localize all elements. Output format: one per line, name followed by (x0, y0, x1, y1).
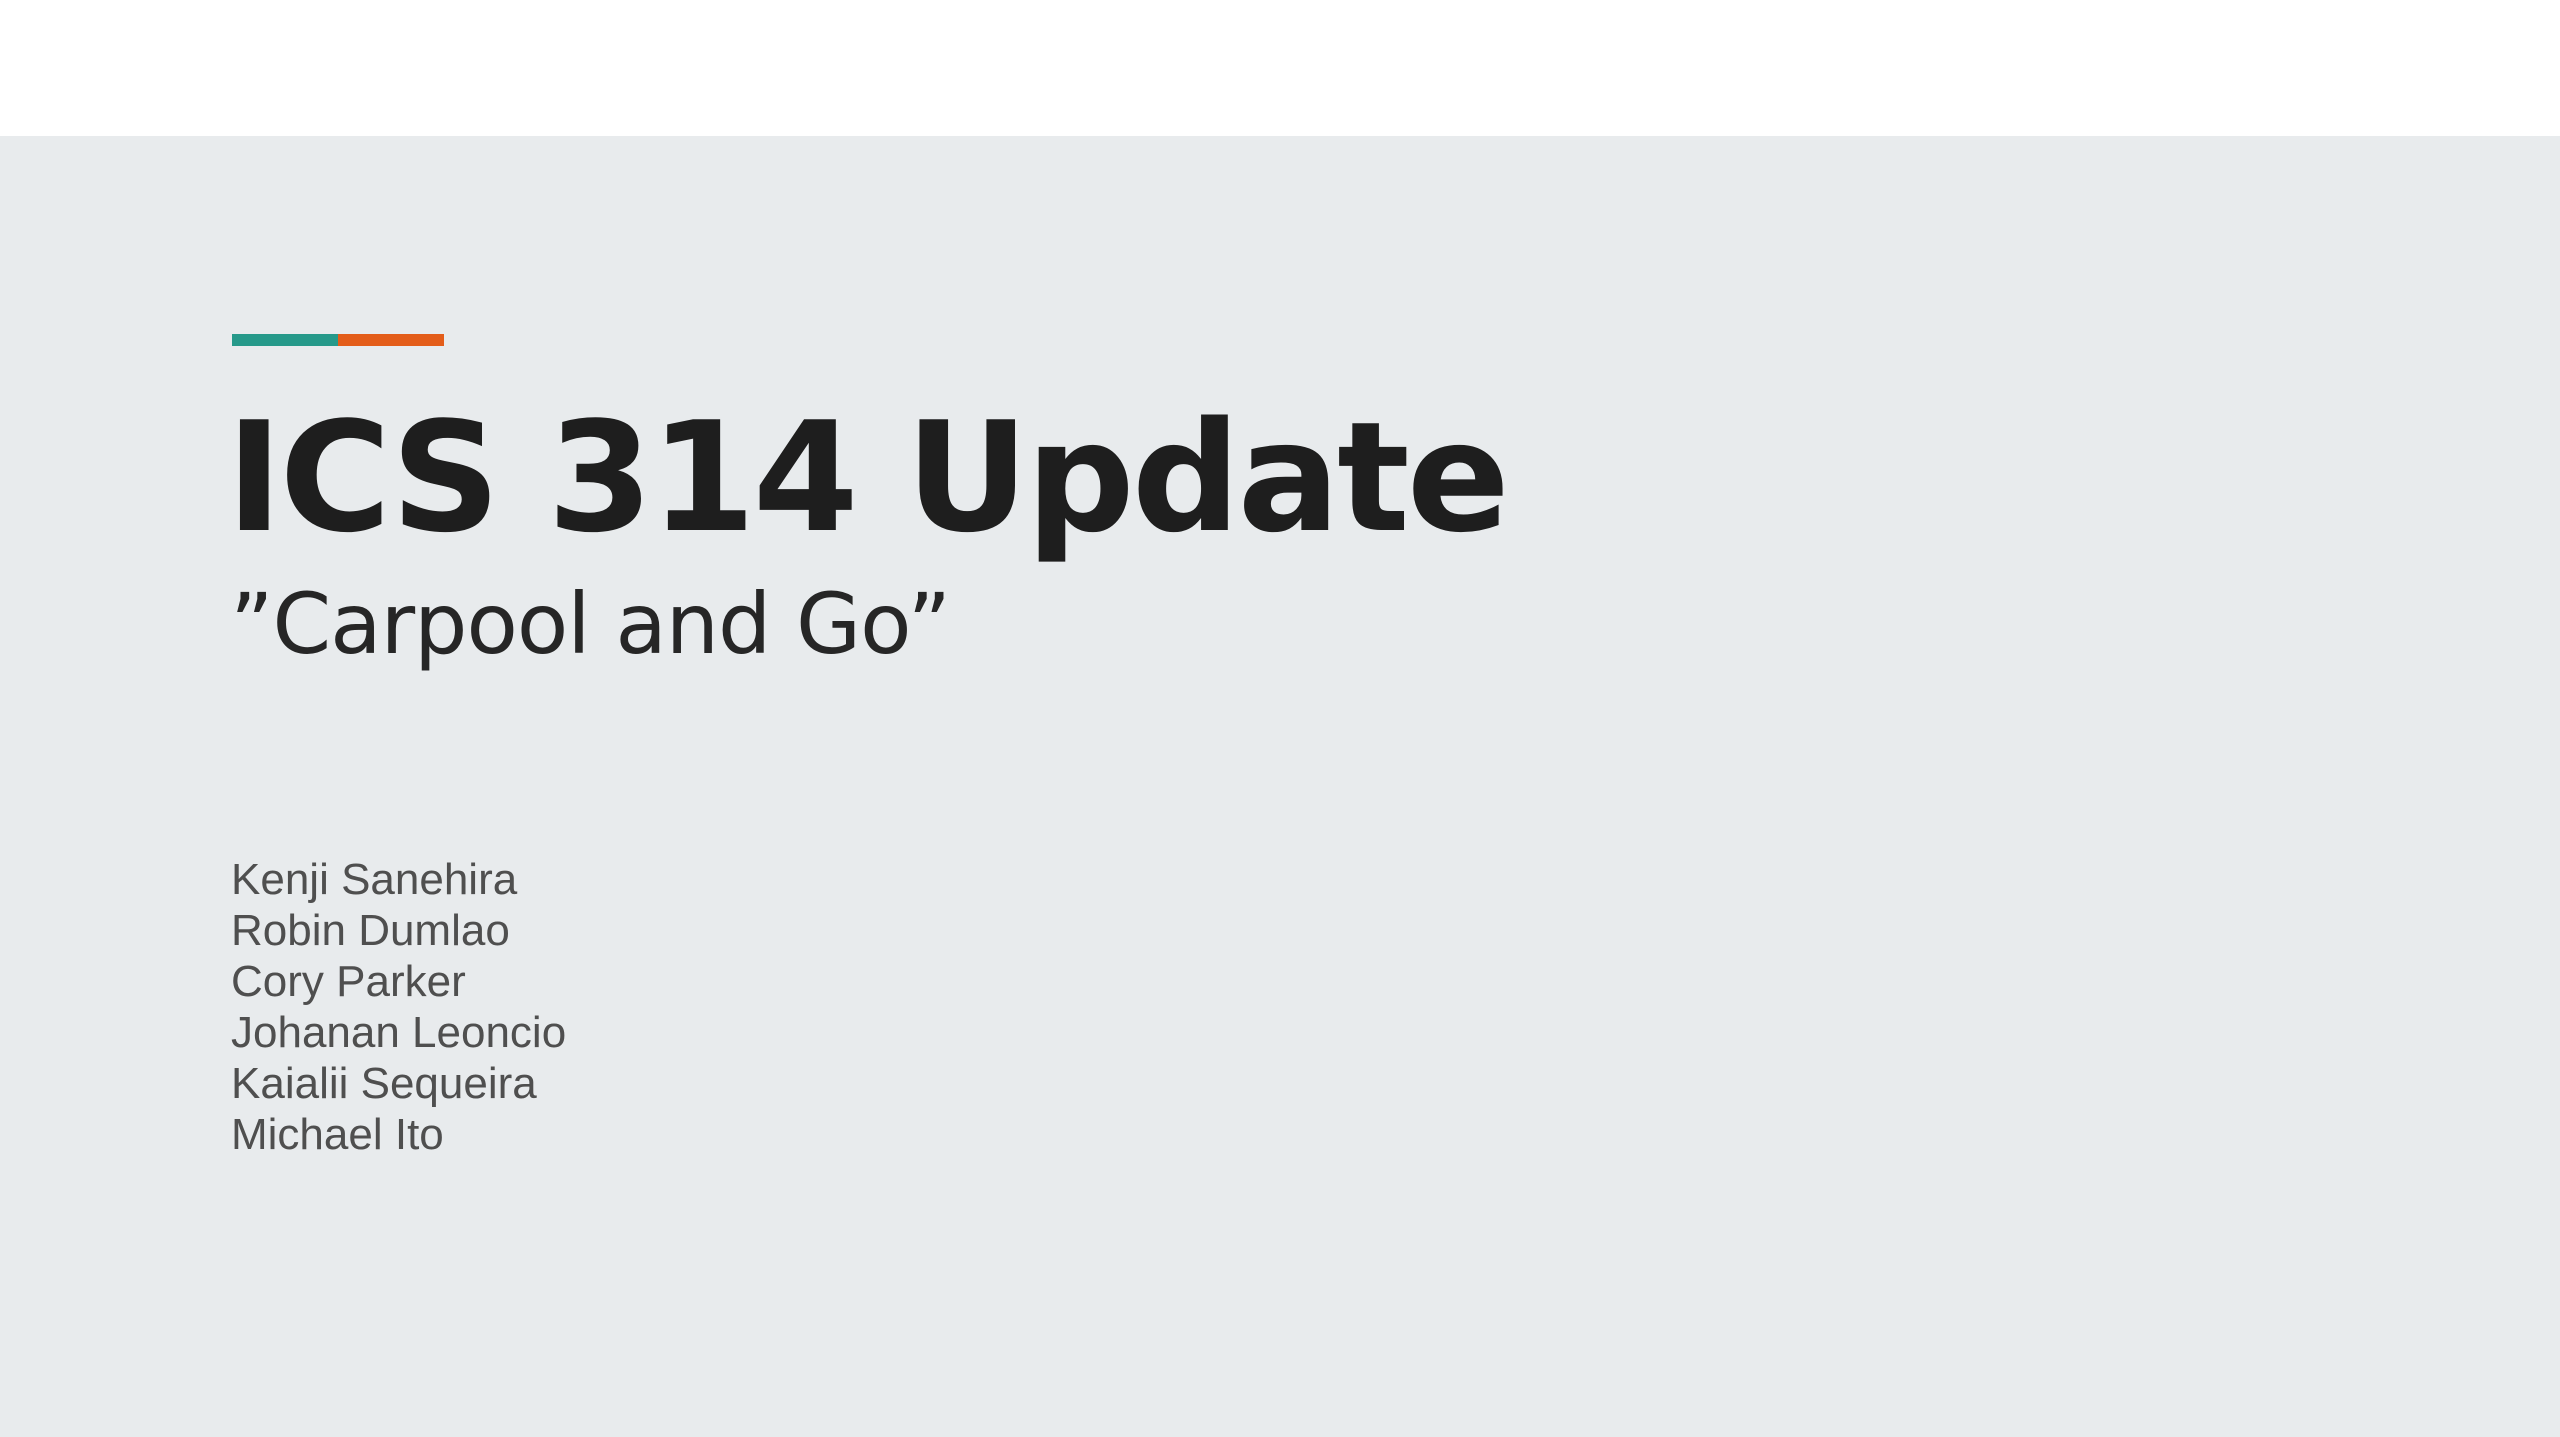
team-member: Michael Ito (231, 1110, 444, 1159)
slide-title: ICS 314 Update (226, 389, 1510, 566)
team-member: Kenji Sanehira (231, 855, 518, 904)
accent-orange-segment (338, 334, 444, 346)
title-accent-line (232, 334, 444, 346)
slide-canvas: ICS 314 Update ”Carpool and Go” Kenji Sa… (0, 136, 2560, 1437)
top-bar (0, 0, 2560, 136)
team-member: Johanan Leoncio (231, 1008, 567, 1057)
team-member: Robin Dumlao (231, 906, 510, 955)
slide-subtitle: ”Carpool and Go” (230, 575, 951, 673)
team-member: Cory Parker (231, 957, 466, 1006)
team-member-list: Kenji Sanehira Robin Dumlao Cory Parker … (231, 854, 566, 1160)
accent-teal-segment (232, 334, 338, 346)
team-member: Kaialii Sequeira (231, 1059, 537, 1108)
